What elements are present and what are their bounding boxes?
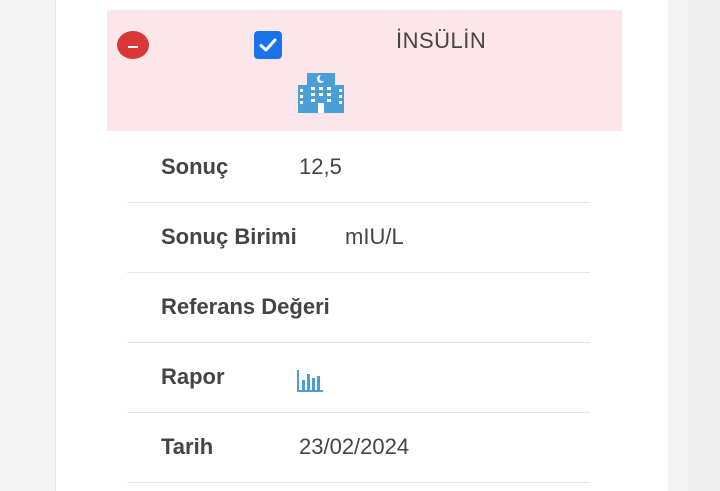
select-checkbox[interactable] bbox=[254, 31, 282, 59]
minus-icon bbox=[128, 46, 138, 48]
row-value: mIU/L bbox=[345, 224, 404, 249]
row-label: Rapor bbox=[161, 364, 225, 389]
row-rapor: Rapor bbox=[127, 342, 590, 413]
checkmark-icon bbox=[259, 38, 277, 52]
left-margin bbox=[0, 0, 55, 491]
hospital-icon bbox=[298, 73, 344, 113]
row-label: Tarih bbox=[161, 434, 214, 459]
row-label: Sonuç bbox=[161, 154, 229, 179]
test-header bbox=[107, 10, 622, 131]
remove-button[interactable] bbox=[117, 31, 149, 59]
right-margin bbox=[668, 0, 688, 491]
row-label: Referans Değeri bbox=[161, 294, 330, 319]
row-sonuc: Sonuç 12,5 bbox=[127, 132, 590, 203]
row-sonuc-birimi: Sonuç Birimi mIU/L bbox=[127, 202, 590, 273]
row-label: Sonuç Birimi bbox=[161, 224, 297, 249]
row-value: 23/02/2024 bbox=[299, 434, 410, 459]
row-referans-degeri: Referans Değeri bbox=[127, 272, 590, 343]
row-tarih: Tarih 23/02/2024 bbox=[127, 412, 590, 483]
row-value: 12,5 bbox=[299, 154, 342, 179]
bar-chart-icon[interactable] bbox=[297, 368, 323, 392]
test-title: İNSÜLİN bbox=[396, 28, 487, 53]
